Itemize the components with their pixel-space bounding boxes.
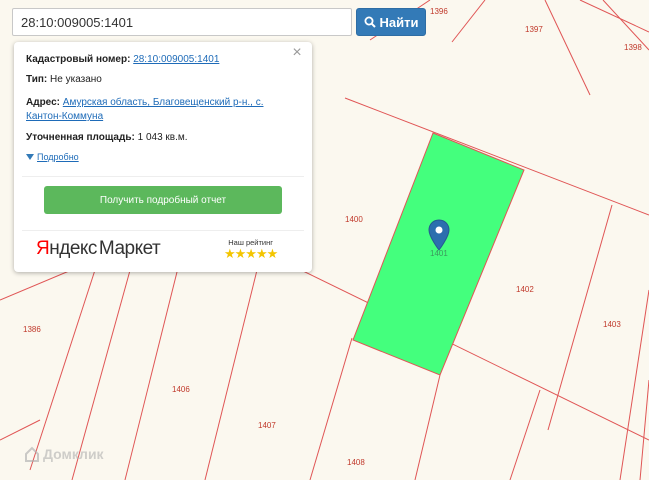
cadastral-row: Кадастровый номер: 28:10:009005:1401 <box>26 54 219 65</box>
house-icon <box>25 446 39 462</box>
details-toggle[interactable]: Подробно <box>26 152 79 162</box>
parcel-info-card: × Кадастровый номер: 28:10:009005:1401 Т… <box>14 42 312 272</box>
address-row: Адрес: Амурская область, Благовещенский … <box>26 96 296 124</box>
search-input[interactable] <box>12 8 352 36</box>
address-label: Адрес: <box>26 97 60 108</box>
address-link-line1[interactable]: Амурская область, Благовещенский р-н., с… <box>63 97 264 108</box>
area-row: Уточненная площадь: 1 043 кв.м. <box>26 132 188 143</box>
close-icon[interactable]: × <box>290 45 304 61</box>
parcel-label-1406: 1406 <box>172 385 190 394</box>
parcel-label-1402: 1402 <box>516 285 534 294</box>
logo-letter: Я <box>36 238 50 259</box>
parcel-label-1408: 1408 <box>347 458 365 467</box>
yandex-market-logo[interactable]: Яндекс Маркет <box>36 238 161 260</box>
type-label: Тип: <box>26 74 48 85</box>
cadastral-label: Кадастровый номер: <box>26 54 131 65</box>
cadastral-link[interactable]: 28:10:009005:1401 <box>133 54 219 65</box>
parcel-label-1397: 1397 <box>525 25 543 34</box>
domclick-watermark: Домклик <box>24 446 104 462</box>
logo-text: ндекс <box>49 238 97 259</box>
search-button[interactable]: Найти <box>356 8 426 36</box>
divider <box>22 230 304 231</box>
parcel-label-1400: 1400 <box>345 215 363 224</box>
address-link-line2[interactable]: Кантон-Коммуна <box>26 111 103 122</box>
type-value: Не указано <box>50 74 102 85</box>
rating-block: Наш рейтинг ★★★★★ <box>224 238 278 261</box>
search-button-label: Найти <box>379 14 419 30</box>
parcel-label-1398: 1398 <box>624 43 642 52</box>
parcel-label-1396: 1396 <box>430 7 448 16</box>
area-value: 1 043 кв.м. <box>137 132 188 143</box>
logo-product: Маркет <box>98 238 161 259</box>
get-report-button[interactable]: Получить подробный отчет <box>44 186 282 214</box>
parcel-label-1407: 1407 <box>258 421 276 430</box>
area-label: Уточненная площадь: <box>26 132 135 143</box>
divider <box>22 176 304 177</box>
type-row: Тип: Не указано <box>26 74 102 85</box>
star-rating-icons: ★★★★★ <box>224 246 278 261</box>
parcel-label-1403: 1403 <box>603 320 621 329</box>
watermark-text: Домклик <box>43 446 104 462</box>
map-pin-icon[interactable] <box>428 219 450 251</box>
details-link[interactable]: Подробно <box>37 152 79 162</box>
search-icon <box>364 16 376 28</box>
caret-down-icon <box>26 154 34 160</box>
parcel-label-1386: 1386 <box>23 325 41 334</box>
